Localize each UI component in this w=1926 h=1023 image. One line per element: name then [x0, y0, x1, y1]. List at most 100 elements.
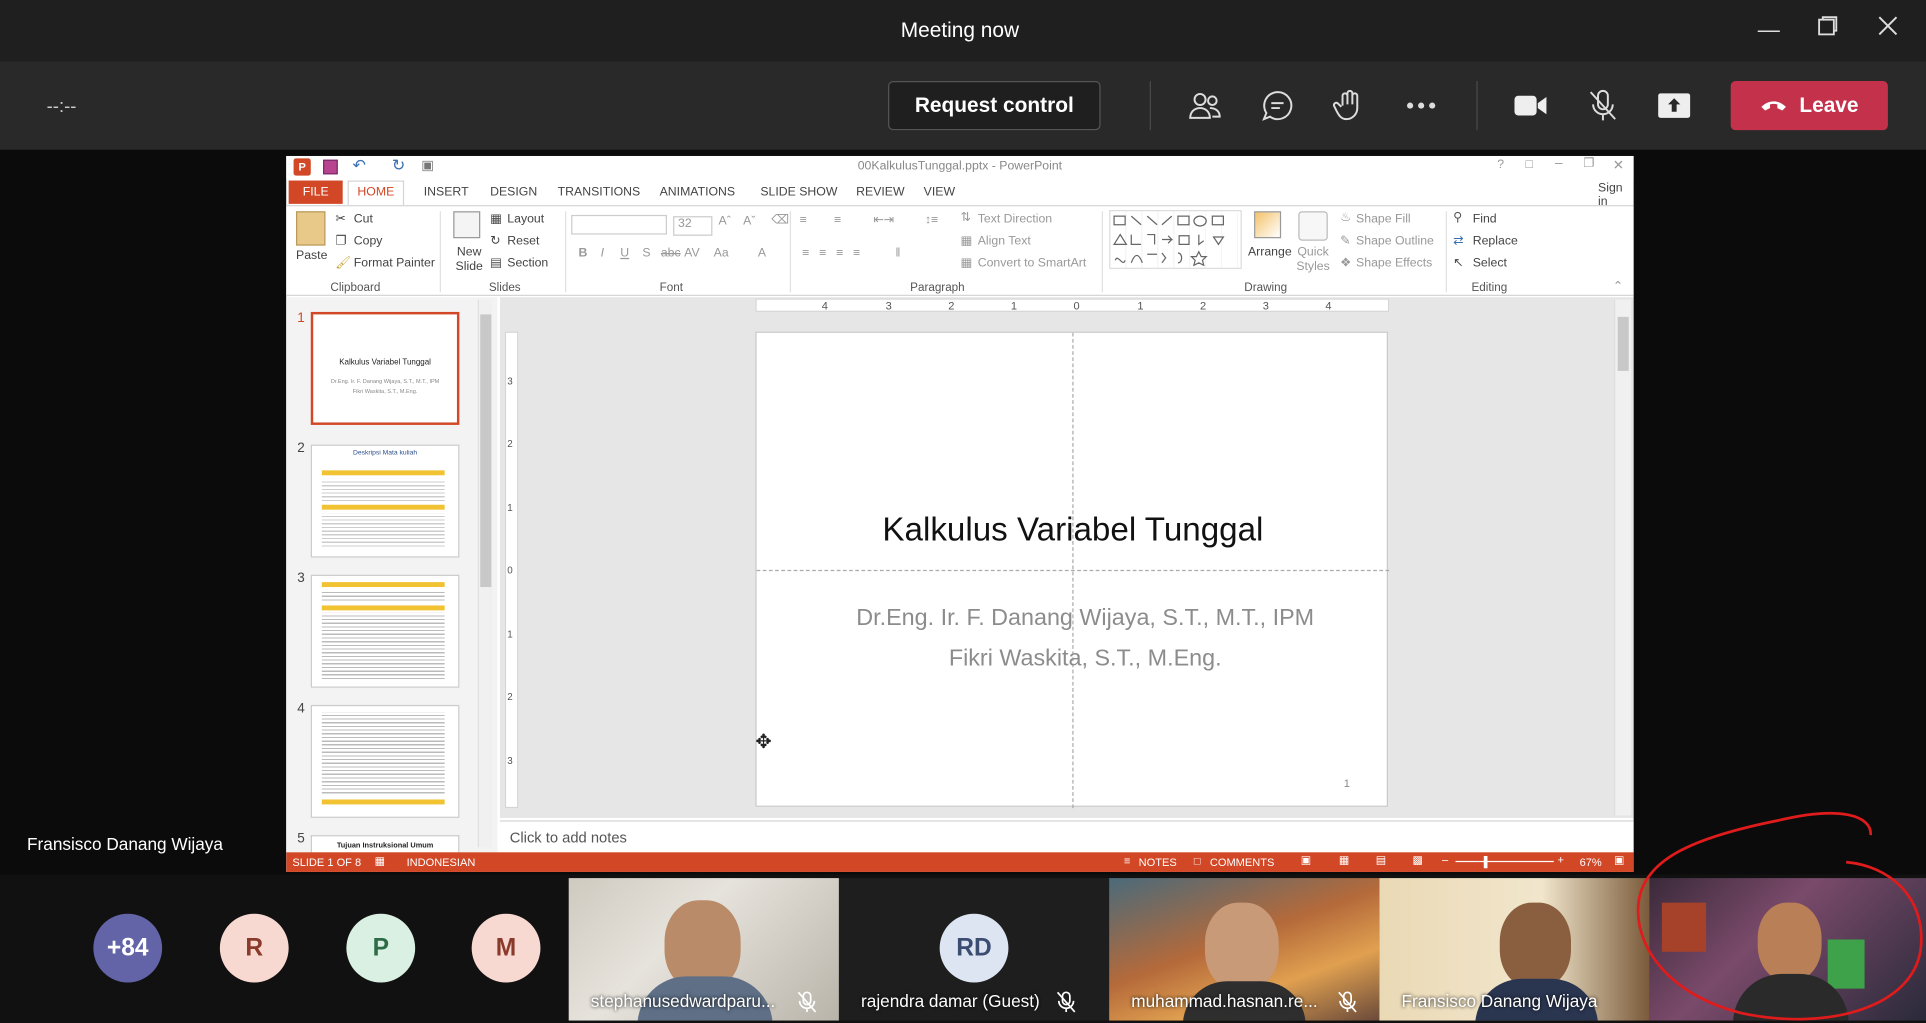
raise-hand-icon[interactable]: [1329, 85, 1371, 127]
leave-button[interactable]: Leave: [1730, 81, 1888, 131]
convert-smartart-button[interactable]: Convert to SmartArt: [978, 257, 1087, 271]
align-icons[interactable]: ≡≡≡≡: [802, 247, 870, 261]
shape-fill-button[interactable]: Shape Fill: [1356, 212, 1411, 226]
char-spacing-icon[interactable]: AV: [684, 247, 699, 261]
select-button[interactable]: Select: [1473, 257, 1507, 271]
reading-view-icon[interactable]: ▤: [1376, 854, 1386, 868]
shadow-icon[interactable]: S: [642, 247, 650, 261]
ppt-minimize-icon[interactable]: –: [1555, 156, 1563, 171]
participants-icon[interactable]: [1184, 85, 1226, 127]
ribbon-display-icon[interactable]: □: [1526, 158, 1533, 172]
participant-video-tile[interactable]: stephanusedwardparu...: [568, 878, 839, 1021]
copy-button[interactable]: Copy: [354, 235, 383, 249]
slide-thumbnail-2[interactable]: Deskripsi Mata kuliah: [310, 444, 460, 558]
chat-icon[interactable]: [1257, 85, 1299, 127]
shrink-font-icon[interactable]: Aˇ: [743, 215, 755, 229]
font-size-input[interactable]: 32: [673, 216, 713, 236]
line-spacing-icon[interactable]: ↕≡: [925, 214, 938, 228]
avatar[interactable]: R: [219, 913, 289, 983]
comments-toggle[interactable]: COMMENTS: [1210, 856, 1274, 868]
bullets-icon[interactable]: ≡: [800, 214, 807, 228]
zoom-slider-thumb[interactable]: [1483, 855, 1488, 869]
shape-outline-button[interactable]: Shape Outline: [1356, 235, 1434, 249]
tab-review[interactable]: REVIEW: [856, 185, 904, 199]
slide-thumbnail-5[interactable]: Tujuan Instruksional Umum: [310, 835, 460, 853]
slide-thumbnail-4[interactable]: [310, 704, 460, 818]
scroll-thumb[interactable]: [1617, 316, 1629, 371]
align-text-button[interactable]: Align Text: [978, 235, 1031, 249]
mic-muted-icon[interactable]: [1582, 85, 1624, 127]
fit-slide-icon[interactable]: ▣: [1614, 854, 1624, 868]
tab-home[interactable]: HOME: [347, 180, 405, 206]
quick-styles-button[interactable]: Quick Styles: [1293, 246, 1332, 275]
slide-canvas[interactable]: Kalkulus Variabel Tunggal Dr.Eng. Ir. F.…: [755, 331, 1390, 809]
spellcheck-icon[interactable]: ▦: [375, 855, 385, 869]
minimize-icon[interactable]: —: [1754, 15, 1783, 44]
layout-button[interactable]: Layout: [507, 212, 544, 226]
more-options-icon[interactable]: [1400, 85, 1442, 127]
slide-thumbnail-1[interactable]: Kalkulus Variabel Tunggal Dr.Eng. Ir. F.…: [310, 311, 460, 425]
tab-design[interactable]: DESIGN: [490, 185, 537, 199]
new-slide-icon[interactable]: [453, 211, 481, 239]
shape-effects-icon[interactable]: ❖: [1340, 257, 1351, 271]
clear-format-icon[interactable]: ⌫: [771, 214, 788, 228]
tab-animations[interactable]: ANIMATIONS: [660, 185, 736, 199]
slide-author-line1[interactable]: Dr.Eng. Ir. F. Danang Wijaya, S.T., M.T.…: [769, 605, 1402, 632]
slide-title[interactable]: Kalkulus Variabel Tunggal: [757, 511, 1390, 549]
tab-view[interactable]: VIEW: [924, 185, 955, 199]
bold-icon[interactable]: B: [579, 247, 588, 261]
align-text-icon[interactable]: ▦: [961, 235, 973, 249]
notes-toggle[interactable]: NOTES: [1139, 856, 1177, 868]
tab-insert[interactable]: INSERT: [424, 185, 469, 199]
font-name-input[interactable]: [571, 214, 667, 235]
tab-transitions[interactable]: TRANSITIONS: [558, 185, 641, 199]
zoom-out-icon[interactable]: –: [1442, 854, 1448, 866]
quick-styles-icon[interactable]: [1298, 211, 1328, 241]
participant-video-tile[interactable]: muhammad.hasnan.re...: [1109, 878, 1380, 1021]
shapes-gallery[interactable]: [1109, 210, 1242, 269]
avatar[interactable]: M: [471, 913, 541, 983]
numbering-icon[interactable]: ≡: [834, 214, 841, 228]
change-case-icon[interactable]: Aa: [714, 247, 729, 261]
paste-button[interactable]: Paste: [296, 249, 327, 263]
participant-initials-tile[interactable]: RD rajendra damar (Guest): [838, 878, 1110, 1021]
collapse-ribbon-icon[interactable]: ⌃: [1613, 280, 1623, 294]
share-screen-icon[interactable]: [1653, 85, 1695, 127]
shape-effects-button[interactable]: Shape Effects: [1356, 257, 1432, 271]
section-button[interactable]: Section: [507, 257, 548, 271]
find-button[interactable]: Find: [1473, 212, 1497, 226]
arrange-button[interactable]: Arrange: [1248, 246, 1292, 260]
grow-font-icon[interactable]: Aˆ: [719, 215, 731, 229]
shape-outline-icon[interactable]: ✎: [1340, 235, 1350, 249]
paste-icon[interactable]: [296, 211, 326, 246]
ppt-close-icon[interactable]: ✕: [1613, 157, 1624, 173]
slide-thumbnail-3[interactable]: [310, 574, 460, 688]
replace-button[interactable]: Replace: [1473, 235, 1518, 249]
slide-scrollbar[interactable]: [1613, 299, 1632, 816]
format-painter-button[interactable]: Format Painter: [354, 257, 435, 271]
arrange-icon[interactable]: [1254, 211, 1282, 239]
reset-button[interactable]: Reset: [507, 235, 539, 249]
help-icon[interactable]: ?: [1497, 158, 1504, 172]
slide-author-line2[interactable]: Fikri Waskita, S.T., M.Eng.: [769, 646, 1402, 673]
ppt-restore-icon[interactable]: ❐: [1583, 157, 1594, 171]
tab-file[interactable]: FILE: [288, 180, 343, 204]
text-direction-button[interactable]: Text Direction: [978, 212, 1052, 226]
smartart-icon[interactable]: ▦: [961, 257, 973, 271]
close-icon[interactable]: [1873, 15, 1902, 44]
indent-icon[interactable]: ⇤⇥: [873, 214, 894, 228]
scroll-thumb[interactable]: [480, 314, 492, 588]
request-control-button[interactable]: Request control: [888, 81, 1101, 131]
avatar[interactable]: P: [346, 913, 416, 983]
underline-icon[interactable]: U: [620, 247, 629, 261]
camera-icon[interactable]: [1510, 85, 1552, 127]
thumbnail-scrollbar[interactable]: [477, 299, 493, 848]
zoom-in-icon[interactable]: +: [1557, 854, 1563, 866]
language-indicator[interactable]: INDONESIAN: [407, 856, 476, 868]
slideshow-view-icon[interactable]: ▩: [1413, 854, 1423, 868]
zoom-level[interactable]: 67%: [1580, 856, 1602, 868]
tab-slide-show[interactable]: SLIDE SHOW: [760, 185, 837, 199]
normal-view-icon[interactable]: ▣: [1301, 854, 1311, 868]
notes-pane[interactable]: Click to add notes: [499, 820, 1634, 853]
shape-fill-icon[interactable]: ♨: [1340, 211, 1351, 225]
